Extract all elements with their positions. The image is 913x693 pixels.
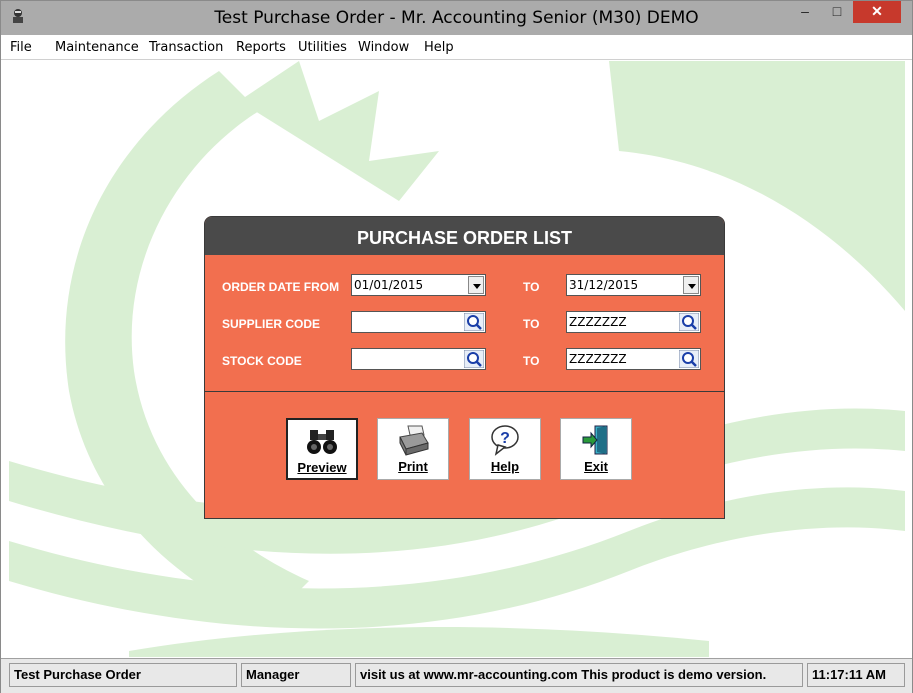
help-icon: ? (491, 425, 519, 456)
order-date-to-label: TO (523, 280, 540, 294)
status-message: visit us at www.mr-accounting.com This p… (355, 663, 803, 687)
supplier-code-to-label: TO (523, 317, 540, 331)
status-user: Manager (241, 663, 351, 687)
print-button-label: Print (398, 459, 428, 474)
help-button-label: Help (490, 459, 520, 474)
panel-title: PURCHASE ORDER LIST (205, 217, 724, 255)
menu-bar: File Maintenance Transaction Reports Uti… (1, 35, 912, 60)
menu-help[interactable]: Help (424, 40, 454, 55)
menu-utilities[interactable]: Utilities (298, 40, 347, 55)
svg-text:?: ? (500, 430, 510, 447)
exit-button-label: Exit (584, 459, 608, 474)
status-bar: Test Purchase Order Manager visit us at … (1, 658, 912, 693)
stock-code-to-value: ZZZZZZZ (569, 352, 627, 366)
title-bar[interactable]: Test Purchase Order - Mr. Accounting Sen… (1, 1, 912, 35)
supplier-code-label: SUPPLIER CODE (222, 317, 321, 331)
supplier-code-from-field[interactable] (351, 311, 486, 333)
order-date-from-label: ORDER DATE FROM (222, 280, 340, 294)
stock-code-label: STOCK CODE (222, 354, 302, 368)
app-window: Test Purchase Order - Mr. Accounting Sen… (0, 0, 913, 693)
supplier-code-from-search-icon[interactable] (464, 313, 484, 331)
order-date-to-field[interactable]: 31/12/2015 (566, 274, 701, 296)
order-date-to-value: 31/12/2015 (569, 278, 639, 292)
menu-maintenance[interactable]: Maintenance (55, 40, 139, 55)
stock-code-to-search-icon[interactable] (679, 350, 699, 368)
supplier-code-to-field[interactable]: ZZZZZZZ (566, 311, 701, 333)
purchase-order-list-panel: PURCHASE ORDER LIST ORDER DATE FROM 01/0… (204, 216, 725, 519)
preview-button-label: Preview (297, 460, 347, 475)
stock-code-from-field[interactable] (351, 348, 486, 370)
preview-button[interactable]: Preview (286, 418, 358, 480)
supplier-code-to-search-icon[interactable] (679, 313, 699, 331)
window-title: Test Purchase Order - Mr. Accounting Sen… (214, 8, 699, 28)
menu-transaction[interactable]: Transaction (149, 40, 223, 55)
stock-code-to-label: TO (523, 354, 540, 368)
order-date-from-value: 01/01/2015 (354, 278, 424, 292)
exit-door-icon (582, 425, 608, 455)
order-date-to-dropdown-button[interactable] (683, 276, 699, 294)
maximize-button[interactable]: □ (823, 1, 851, 23)
menu-window[interactable]: Window (358, 40, 409, 55)
menu-file[interactable]: File (10, 40, 32, 55)
supplier-code-to-value: ZZZZZZZ (569, 315, 627, 329)
stock-code-to-field[interactable]: ZZZZZZZ (566, 348, 701, 370)
close-button[interactable]: ✕ (853, 1, 901, 23)
status-module: Test Purchase Order (9, 663, 237, 687)
stock-code-from-search-icon[interactable] (464, 350, 484, 368)
status-time: 11:17:11 AM (807, 663, 905, 687)
minimize-button[interactable]: – (790, 1, 820, 23)
binoculars-icon (307, 430, 337, 454)
menu-reports[interactable]: Reports (236, 40, 286, 55)
exit-button[interactable]: Exit (560, 418, 632, 480)
help-button[interactable]: ? Help (469, 418, 541, 480)
order-date-from-dropdown-button[interactable] (468, 276, 484, 294)
printer-icon (399, 425, 429, 456)
order-date-from-field[interactable]: 01/01/2015 (351, 274, 486, 296)
print-button[interactable]: Print (377, 418, 449, 480)
criteria-section: ORDER DATE FROM 01/01/2015 TO 31/12/2015… (205, 255, 724, 392)
